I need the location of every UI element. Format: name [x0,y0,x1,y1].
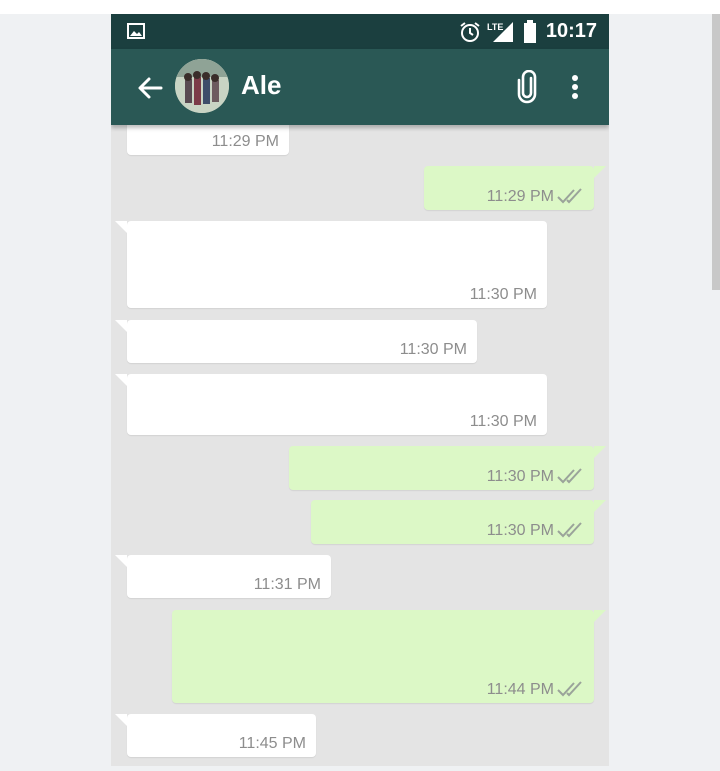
read-ticks-icon [557,522,582,538]
message-incoming[interactable]: 11:45 PM [115,714,316,757]
message-outgoing[interactable]: 11:30 PM [311,500,606,544]
message-time: 11:30 PM [469,413,537,430]
bubble-tail [115,320,127,332]
more-vert-icon[interactable] [565,70,585,104]
contact-name[interactable]: Ale [241,70,281,101]
message-time: 11:45 PM [238,735,306,752]
message-incoming[interactable]: 11:30 PM [115,320,477,363]
read-ticks-icon [557,681,582,697]
status-clock: 10:17 [545,20,597,42]
battery-icon [524,20,536,43]
bubble-tail [115,555,127,567]
message-time: 11:29 PM [211,133,279,150]
alarm-icon [460,22,480,42]
read-ticks-icon [557,468,582,484]
avatar[interactable] [175,59,229,113]
chat-toolbar: Ale [111,49,609,125]
message-time: 11:31 PM [253,576,321,593]
bubble-tail [115,221,127,233]
read-ticks-icon [557,188,582,204]
bubble-tail [115,714,127,726]
message-outgoing[interactable]: 11:30 PM [289,446,606,490]
status-bar: LTE 10:17 [111,14,609,49]
message-time: 11:44 PM [486,681,554,698]
message-incoming[interactable]: 11:31 PM [115,555,331,598]
message-time: 11:30 PM [486,468,554,485]
message-time: 11:30 PM [486,522,554,539]
message-time: 11:30 PM [399,341,467,358]
bubble-tail [594,500,606,512]
back-arrow-icon[interactable] [133,71,167,105]
message-outgoing[interactable]: 11:29 PM [424,166,606,210]
avatar-photo [175,59,229,113]
scrollbar[interactable] [712,14,720,290]
gallery-icon [127,23,145,39]
bubble-tail [594,166,606,178]
attach-icon[interactable] [513,70,543,104]
message-time: 11:29 PM [486,188,554,205]
message-outgoing[interactable]: 11:44 PM [172,610,606,703]
lte-signal-icon: LTE [487,22,513,42]
phone-screen: LTE 10:17 Ale 11:29 PM 11:29 PM 11:30 PM… [111,14,609,766]
bubble-tail [594,610,606,622]
top-strip [0,0,720,14]
message-incoming[interactable]: 11:30 PM [115,374,547,435]
message-list[interactable]: 11:29 PM 11:29 PM 11:30 PM 11:30 PM 11:3… [111,119,609,766]
message-incoming[interactable]: 11:30 PM [115,221,547,308]
message-time: 11:30 PM [469,286,537,303]
lte-label: LTE [487,22,503,32]
bubble-tail [115,374,127,386]
bubble-tail [594,446,606,458]
